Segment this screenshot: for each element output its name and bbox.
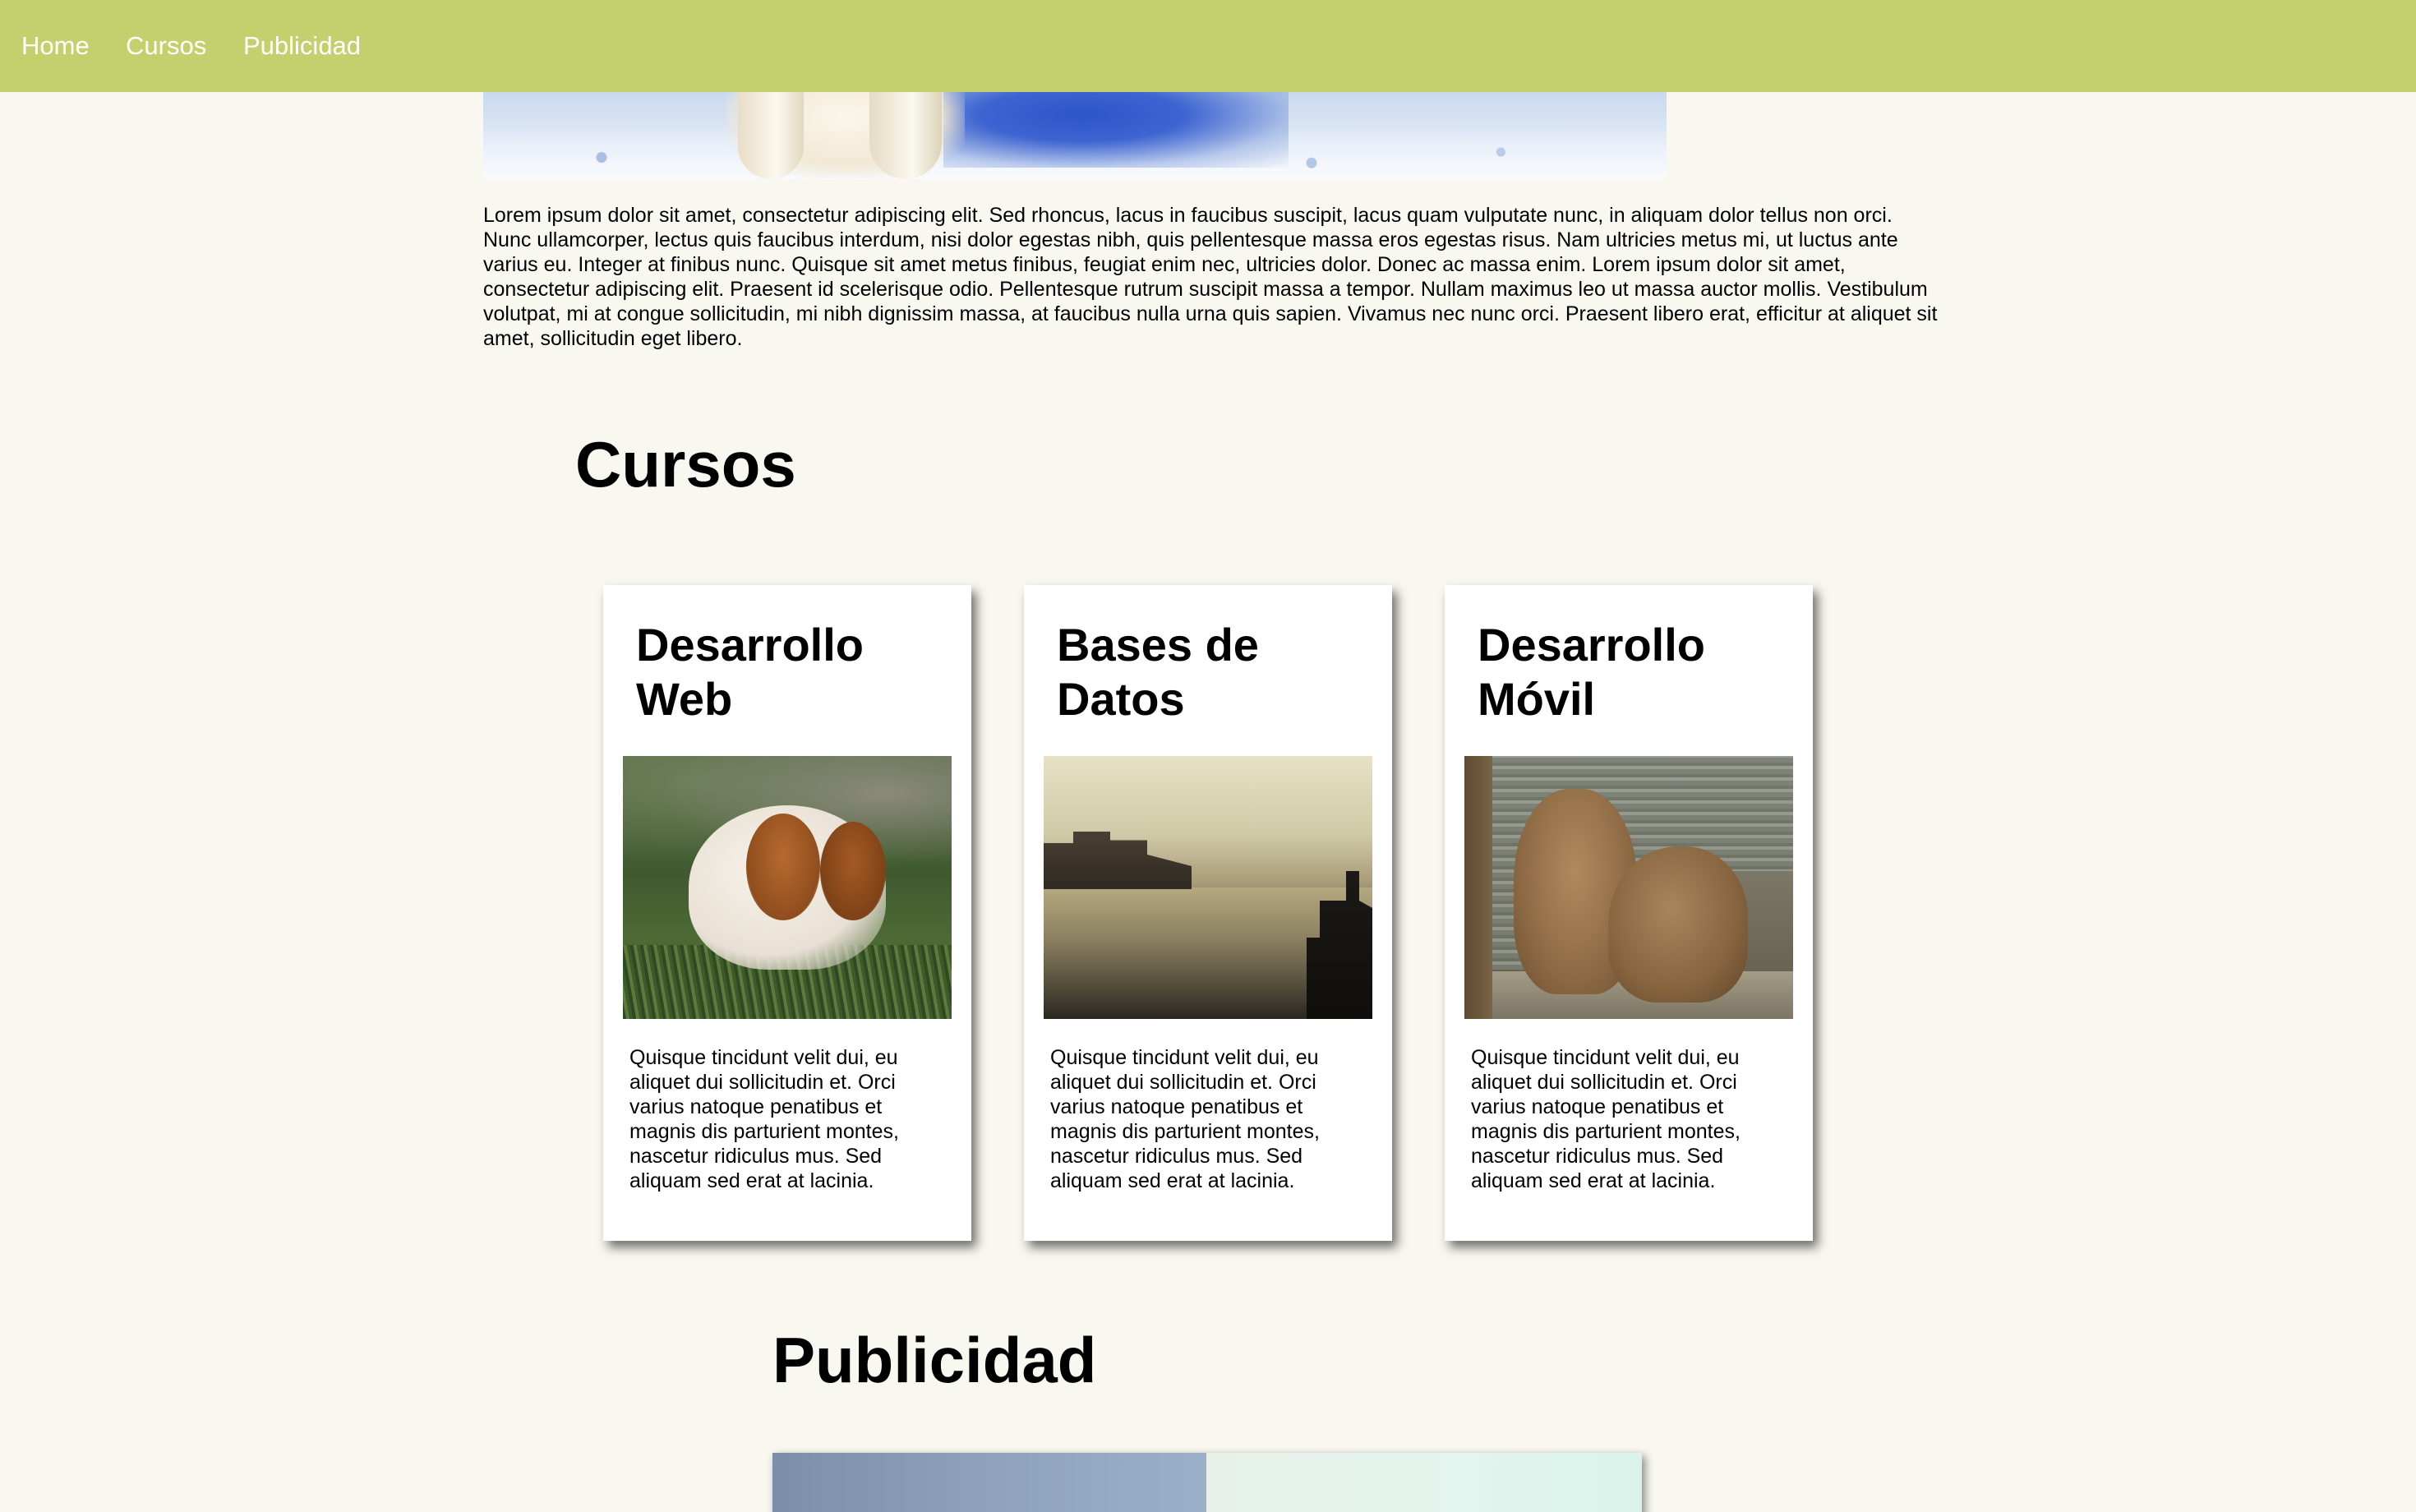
course-card-desarrollo-web: Desarrollo Web Quisque tincidunt velit d…: [603, 585, 971, 1241]
card-description: Quisque tincidunt velit dui, eu aliquet …: [629, 1046, 899, 1192]
nav-link-home[interactable]: Home: [21, 0, 90, 92]
course-card-bases-de-datos: Bases de Datos Quisque tincidunt velit d…: [1024, 585, 1392, 1241]
card-image-puppy: [623, 756, 952, 1019]
card-description: Quisque tincidunt velit dui, eu aliquet …: [1471, 1046, 1741, 1192]
card-title: Bases de Datos: [1057, 619, 1259, 725]
card-image-bears: [1464, 756, 1793, 1019]
ad-banner-image: [772, 1453, 1642, 1512]
card-title: Desarrollo Móvil: [1478, 619, 1705, 725]
card-description: Quisque tincidunt velit dui, eu aliquet …: [1050, 1046, 1320, 1192]
card-title: Desarrollo Web: [636, 619, 864, 725]
course-card-desarrollo-movil: Desarrollo Móvil Quisque tincidunt velit…: [1445, 585, 1813, 1241]
top-navbar: Home Cursos Publicidad: [0, 0, 2416, 92]
section-title-publicidad: Publicidad: [772, 1324, 1097, 1396]
nav-link-publicidad[interactable]: Publicidad: [243, 0, 361, 92]
hero-image-polar-bear: [483, 92, 1667, 179]
intro-paragraph: Lorem ipsum dolor sit amet, consectetur …: [483, 204, 1938, 350]
page: Home Cursos Publicidad Lorem ipsum dolor…: [0, 0, 2416, 1512]
nav-link-cursos[interactable]: Cursos: [126, 0, 206, 92]
section-title-cursos: Cursos: [575, 428, 796, 500]
card-image-river: [1044, 756, 1372, 1019]
